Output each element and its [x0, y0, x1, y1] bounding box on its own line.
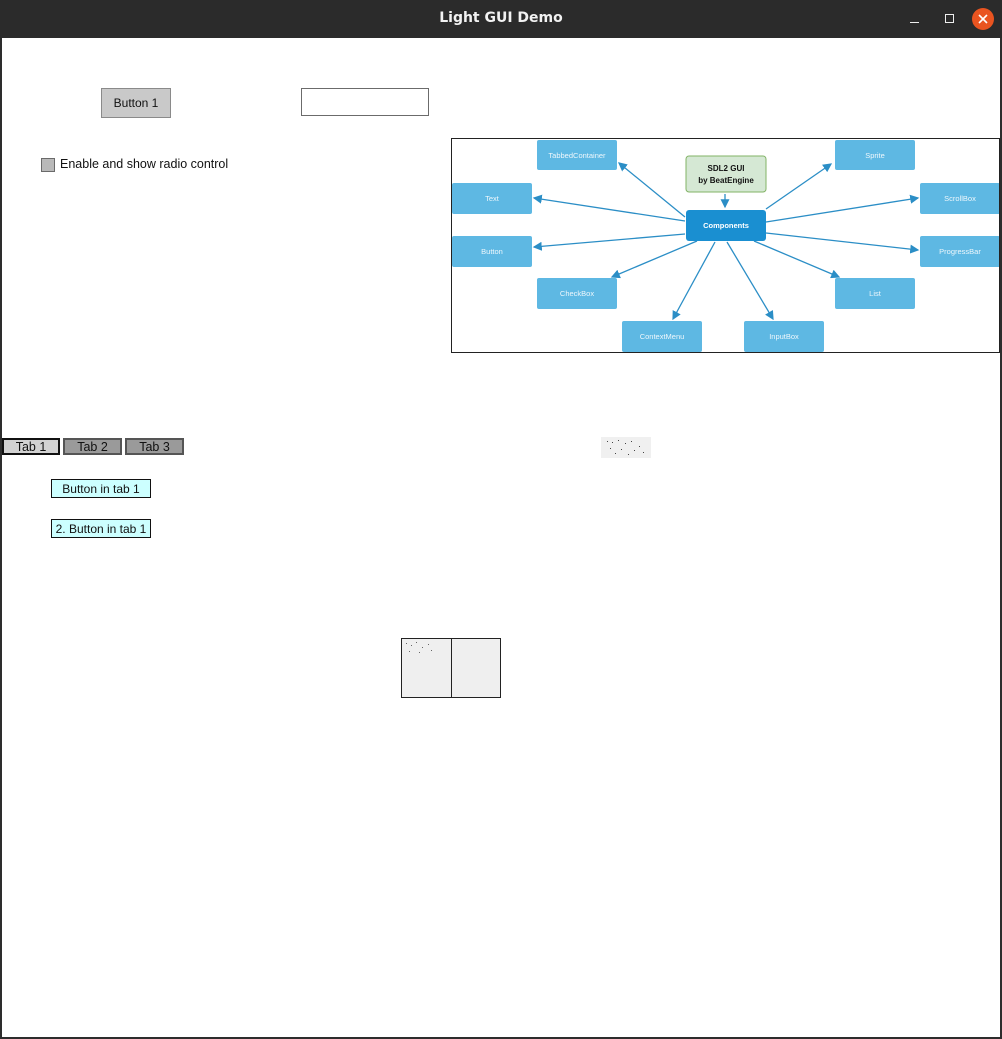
diagram-label-inputbox: InputBox	[769, 332, 799, 341]
diagram-header-box	[685, 155, 767, 193]
radio-enable-checkbox[interactable]	[41, 158, 55, 172]
diagram-header-line2: by BeatEngine	[698, 176, 754, 185]
list-divider	[451, 639, 452, 697]
maximize-icon[interactable]	[938, 8, 960, 30]
diagram-label-checkbox: CheckBox	[560, 289, 594, 298]
close-icon[interactable]	[972, 8, 994, 30]
window-client-area: Button 1 Enable and show radio control S…	[2, 38, 1000, 1037]
diagram-label-sprite: Sprite	[865, 151, 885, 160]
tab1-button-1[interactable]: Button in tab 1	[51, 479, 151, 498]
diagram-center-label: Components	[703, 221, 749, 230]
tab-1[interactable]: Tab 1	[2, 438, 60, 455]
diagram-label-button: Button	[481, 247, 503, 256]
button-1[interactable]: Button 1	[101, 88, 171, 118]
tab1-button-2[interactable]: 2. Button in tab 1	[51, 519, 151, 538]
tab-3[interactable]: Tab 3	[125, 438, 184, 455]
diagram-label-progressbar: ProgressBar	[939, 247, 981, 256]
title-bar: Light GUI Demo	[0, 0, 1002, 38]
diagram-label-tabbedcontainer: TabbedContainer	[548, 151, 606, 160]
diagram-label-scrollbox: ScrollBox	[944, 194, 976, 203]
checkbox-label: Enable and show radio control	[60, 157, 229, 171]
text-input[interactable]	[301, 88, 429, 116]
window-title: Light GUI Demo	[439, 10, 563, 26]
list-box[interactable]	[401, 638, 501, 698]
diagram-label-text: Text	[485, 194, 500, 203]
diagram-label-list: List	[869, 289, 882, 298]
sprite-image	[601, 437, 651, 458]
minimize-icon[interactable]	[904, 8, 926, 30]
tab-2[interactable]: Tab 2	[63, 438, 122, 455]
diagram-label-contextmenu: ContextMenu	[640, 332, 685, 341]
diagram-header-line1: SDL2 GUI	[708, 164, 745, 173]
components-diagram-image: SDL2 GUI by BeatEngine Components Tabbed…	[451, 138, 1000, 353]
